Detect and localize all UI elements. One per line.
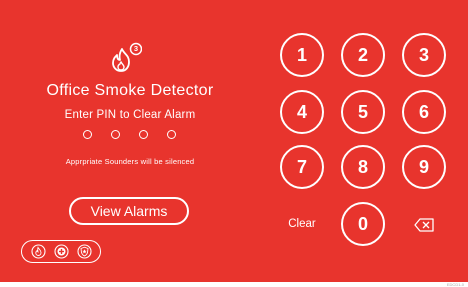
pin-dot	[83, 130, 92, 139]
fire-alarm-icon: 3	[110, 41, 143, 79]
security-icon	[77, 244, 92, 259]
sounder-info: Apprpriate Sounders will be silenced	[65, 157, 195, 166]
pin-dot	[139, 130, 148, 139]
alarm-panel: 3 Office Smoke Detector Enter PIN to Cle…	[0, 0, 468, 282]
pin-prompt: Enter PIN to Clear Alarm	[64, 109, 196, 121]
backspace-icon	[414, 218, 434, 232]
medical-icon	[54, 244, 69, 259]
key-2[interactable]: 2	[341, 33, 385, 77]
pin-dot	[111, 130, 120, 139]
key-1[interactable]: 1	[280, 33, 324, 77]
key-5[interactable]: 5	[341, 90, 385, 134]
alarm-type-strip[interactable]	[21, 240, 101, 263]
alarm-title: Office Smoke Detector	[46, 82, 214, 99]
view-alarms-button[interactable]: View Alarms	[69, 197, 189, 225]
backspace-button[interactable]	[413, 217, 435, 233]
pin-dot	[167, 130, 176, 139]
key-4[interactable]: 4	[280, 90, 324, 134]
key-3[interactable]: 3	[402, 33, 446, 77]
key-7[interactable]: 7	[280, 145, 324, 189]
key-8[interactable]: 8	[341, 145, 385, 189]
fire-icon	[31, 244, 46, 259]
key-9[interactable]: 9	[402, 145, 446, 189]
clear-button[interactable]: Clear	[282, 218, 322, 230]
key-6[interactable]: 6	[402, 90, 446, 134]
pin-indicator	[83, 130, 179, 142]
key-0[interactable]: 0	[341, 202, 385, 246]
alarm-count-badge: 3	[133, 44, 139, 53]
footer-label: EDCD1-0	[446, 282, 464, 287]
